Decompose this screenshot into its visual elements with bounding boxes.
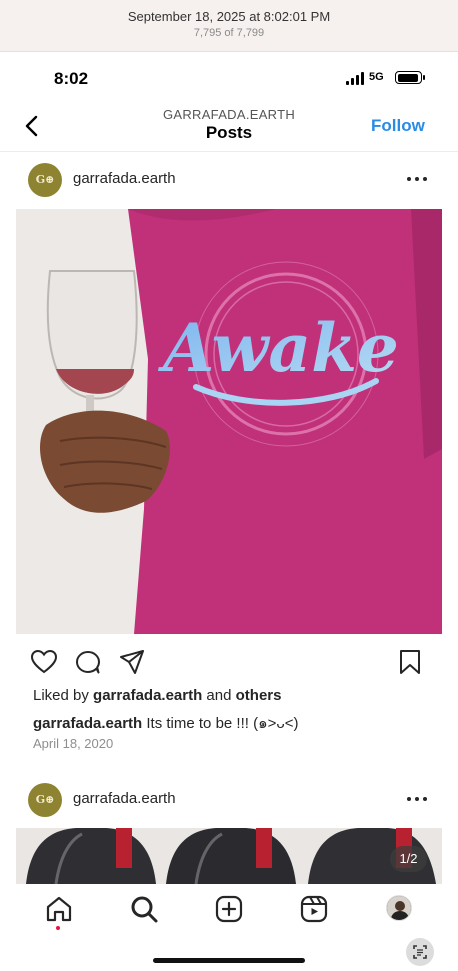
liked-mid: and bbox=[202, 687, 236, 704]
post-username[interactable]: garrafada.earth bbox=[73, 790, 176, 807]
bottom-nav bbox=[0, 884, 458, 944]
viewer-count: 7,795 of 7,799 bbox=[193, 27, 265, 39]
post-caption: garrafada.earth Its time to be !!! (๑˃ᴗ˂… bbox=[33, 711, 298, 735]
notification-dot bbox=[56, 926, 60, 930]
caption-username[interactable]: garrafada.earth bbox=[33, 715, 142, 732]
comment-icon[interactable] bbox=[74, 648, 102, 676]
network-label: 5G bbox=[369, 71, 384, 83]
account-avatar[interactable]: G⊕ bbox=[28, 163, 62, 197]
status-bar: 8:02 5G bbox=[0, 52, 458, 102]
post-image[interactable] bbox=[16, 828, 442, 884]
bookmark-icon[interactable] bbox=[396, 648, 424, 676]
post-header: G⊕ garrafada.earth bbox=[16, 780, 442, 824]
post-actions bbox=[16, 646, 442, 678]
more-options-icon[interactable] bbox=[407, 797, 427, 803]
page-header: GARRAFADA.EARTH Posts Follow bbox=[0, 102, 458, 152]
liked-user[interactable]: garrafada.earth bbox=[93, 687, 202, 704]
post-username[interactable]: garrafada.earth bbox=[73, 170, 176, 187]
post-date: April 18, 2020 bbox=[33, 736, 114, 751]
account-avatar[interactable]: G⊕ bbox=[28, 783, 62, 817]
share-icon[interactable] bbox=[118, 648, 146, 676]
more-options-icon[interactable] bbox=[407, 177, 427, 183]
status-time: 8:02 bbox=[54, 69, 89, 88]
create-icon[interactable] bbox=[214, 894, 244, 924]
search-icon[interactable] bbox=[129, 894, 159, 924]
carousel-counter: 1/2 bbox=[390, 846, 427, 872]
post-image[interactable]: Awake bbox=[16, 209, 442, 634]
viewer-date: September 18, 2025 at 8:02:01 PM bbox=[127, 9, 331, 24]
photo-viewer-bar: September 18, 2025 at 8:02:01 PM 7,795 o… bbox=[0, 0, 458, 52]
caption-text: Its time to be !!! (๑˃ᴗ˂) bbox=[142, 715, 299, 732]
profile-photo bbox=[387, 896, 411, 920]
signal-icon bbox=[346, 72, 366, 85]
likes-line: Liked by garrafada.earth and others bbox=[33, 687, 281, 704]
shirt-print-text: Awake bbox=[157, 309, 399, 387]
heart-icon[interactable] bbox=[30, 648, 58, 676]
post-header: G⊕ garrafada.earth bbox=[16, 160, 442, 204]
reels-icon[interactable] bbox=[299, 894, 329, 924]
battery-icon bbox=[395, 71, 425, 84]
post-photo-illustration: Awake bbox=[16, 209, 442, 634]
live-text-button[interactable] bbox=[406, 938, 434, 966]
follow-button[interactable]: Follow bbox=[371, 116, 425, 136]
bottles-illustration bbox=[16, 828, 442, 884]
home-indicator bbox=[153, 958, 305, 963]
liked-prefix: Liked by bbox=[33, 687, 94, 704]
home-icon[interactable] bbox=[44, 894, 74, 924]
liked-others[interactable]: others bbox=[236, 687, 282, 704]
live-text-icon bbox=[413, 945, 427, 959]
profile-avatar[interactable] bbox=[386, 895, 412, 921]
